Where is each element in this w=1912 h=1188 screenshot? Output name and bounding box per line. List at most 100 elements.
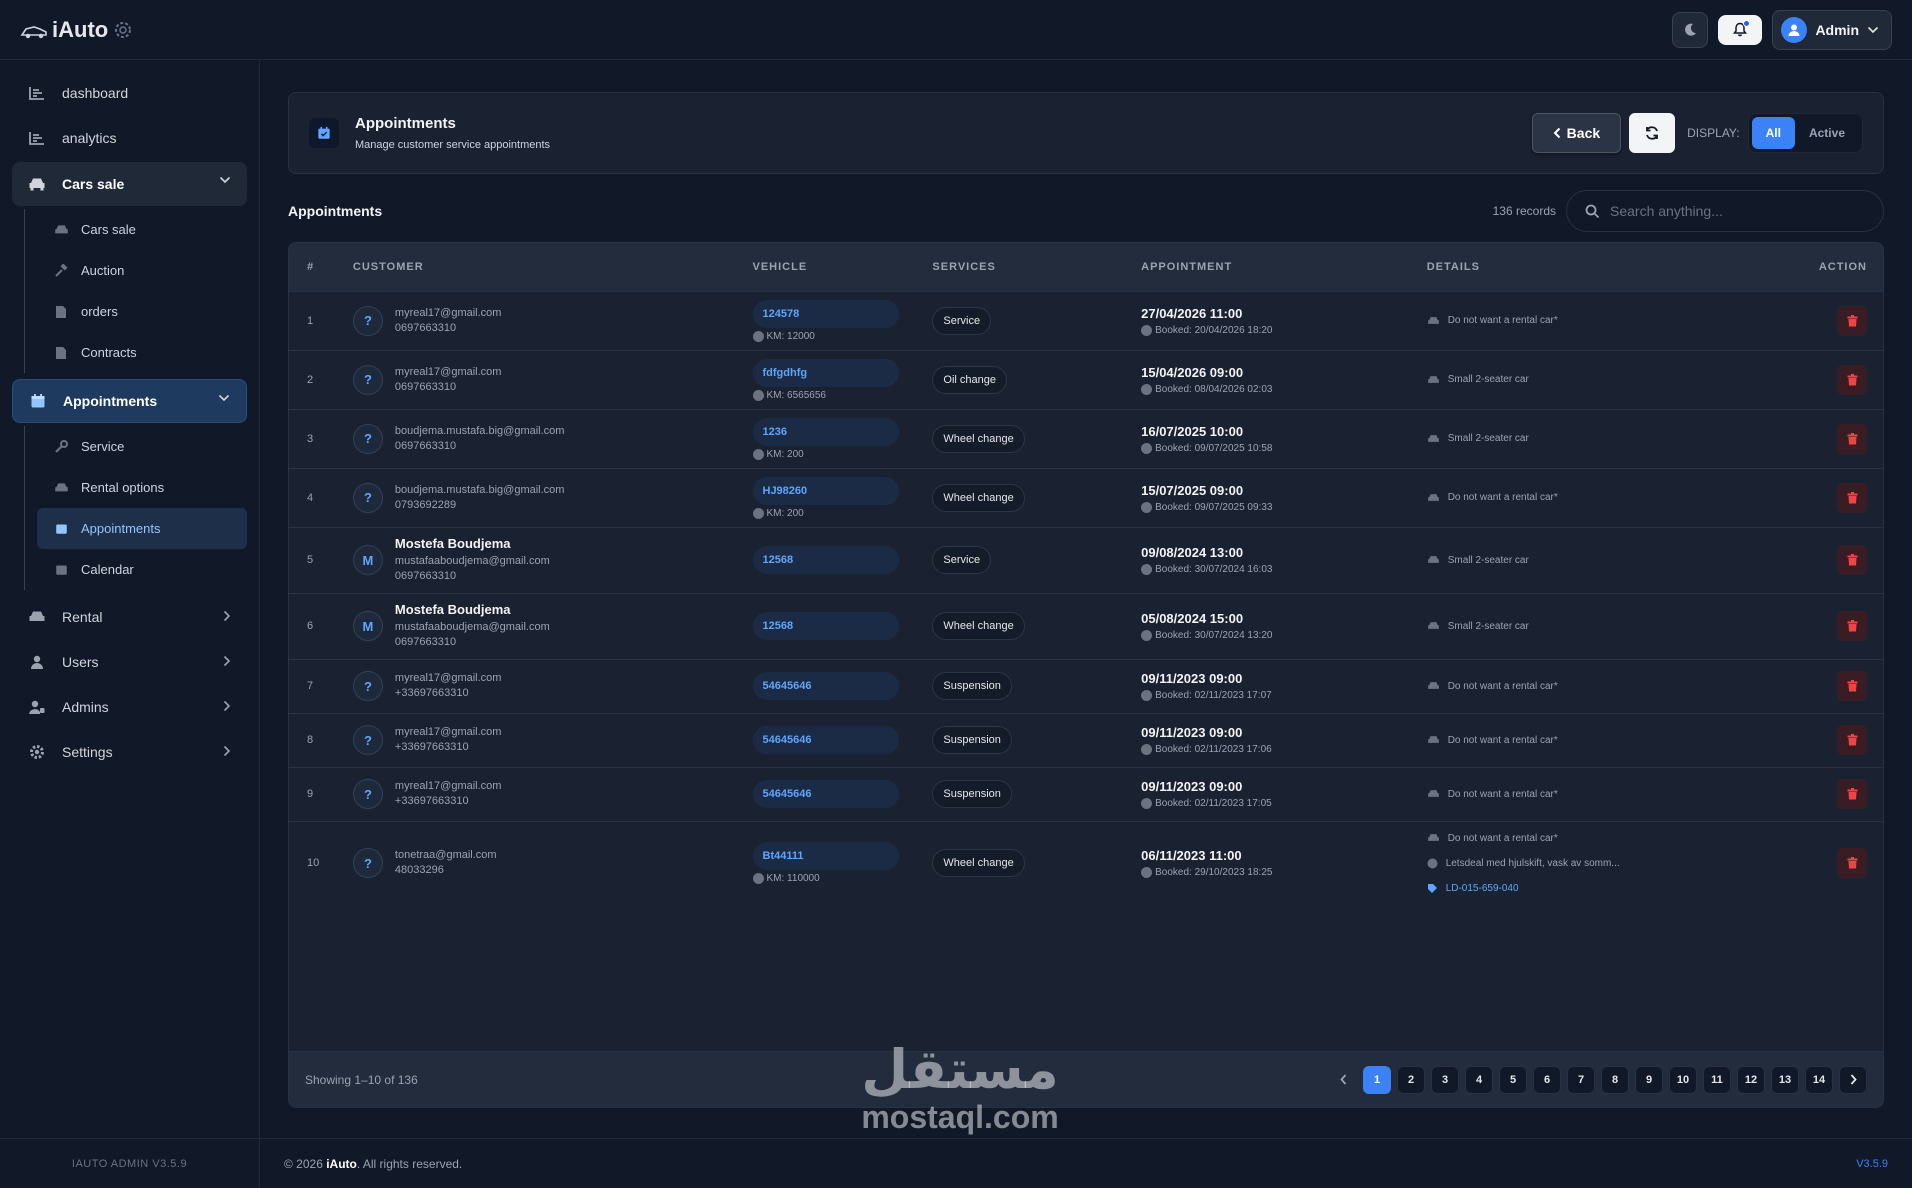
avatar: ? — [352, 482, 383, 513]
column-header-vehicle: VEHICLE — [752, 260, 808, 273]
vehicle-cell: 12568 — [752, 526, 933, 593]
sidebar-item-users[interactable]: Users — [12, 641, 247, 683]
page-button[interactable]: 7 — [1567, 1065, 1595, 1094]
booked-date-text: Booked: 02/11/2023 17:07 — [1155, 690, 1272, 701]
delete-button[interactable] — [1837, 671, 1867, 701]
customer-phone: 48033296 — [394, 864, 444, 877]
car-icon — [1427, 375, 1440, 385]
service-cell: Suspension — [932, 766, 1142, 821]
delete-button[interactable] — [1837, 482, 1867, 513]
table-row: 9? myreal17@gmail.com +33697663310 54645646… — [289, 766, 1883, 821]
customer: ? myreal17@gmail.com +33697663310 — [352, 779, 753, 809]
appointment-date: 15/04/2026 09:00 — [1141, 364, 1244, 380]
sidebar-item-dashboard[interactable]: dashboard — [12, 72, 247, 114]
previous-page-button[interactable] — [1329, 1066, 1357, 1094]
vehicle-plate-badge[interactable]: 124578 — [752, 299, 899, 328]
vehicle-plate-badge[interactable]: 12568 — [752, 612, 899, 640]
vehicle-plate-badge[interactable]: 12568 — [752, 546, 899, 574]
vehicle-cell: 124578 KM: 12000 — [752, 290, 933, 350]
display-toggle: All Active — [1747, 113, 1863, 153]
service-cell: Service — [932, 290, 1142, 350]
page-button[interactable]: 12 — [1737, 1065, 1765, 1094]
notifications-button[interactable] — [1718, 14, 1763, 45]
back-button[interactable]: Back — [1531, 113, 1622, 153]
display-all-button[interactable]: All — [1751, 117, 1795, 149]
delete-button[interactable] — [1837, 848, 1867, 879]
app-logo[interactable]: iAuto — [20, 17, 134, 43]
page-button[interactable]: 1 — [1363, 1065, 1391, 1094]
page-button[interactable]: 6 — [1533, 1065, 1561, 1094]
vehicle-cell: 54645646 — [752, 658, 933, 713]
sidebar-subitem-orders[interactable]: orders — [37, 291, 247, 332]
action-cell — [1796, 349, 1883, 409]
top-bar: iAuto Admin — [0, 0, 1912, 60]
delete-button[interactable] — [1837, 725, 1867, 755]
row-number: 7 — [289, 658, 353, 713]
avatar: M — [352, 611, 383, 641]
sidebar-subitem-contracts[interactable]: Contracts — [37, 332, 247, 373]
sidebar-item-cars-sale[interactable]: Cars sale — [12, 162, 247, 206]
dark-mode-toggle[interactable] — [1672, 11, 1709, 48]
detail-text: Letsdeal med hjulskift, vask av somm... — [1445, 857, 1620, 869]
gauge-icon — [752, 448, 764, 460]
user-menu-button[interactable]: Admin — [1772, 9, 1892, 50]
table-row: 3? boudjema.mustafa.big@gmail.com 06976633… — [289, 408, 1883, 468]
page-button[interactable]: 4 — [1465, 1065, 1493, 1094]
trash-icon — [1847, 620, 1858, 632]
delete-button[interactable] — [1837, 545, 1867, 575]
vehicle-plate-badge[interactable]: fdfgdhfg — [752, 358, 899, 387]
sidebar-subitem-appointments[interactable]: Appointments — [37, 508, 247, 549]
sidebar-subitem-label: orders — [81, 304, 118, 319]
vehicle-plate-badge[interactable]: HJ98260 — [752, 476, 899, 505]
page-button[interactable]: 9 — [1635, 1065, 1663, 1094]
sidebar-subitem-service[interactable]: Service — [37, 426, 247, 467]
details-cell: Small 2-seater car — [1426, 408, 1796, 468]
detail-text: Small 2-seater car — [1447, 433, 1529, 444]
vehicle-plate-badge[interactable]: 54645646 — [752, 726, 899, 754]
customer-email: myreal17@gmail.com — [394, 365, 502, 378]
sidebar-item-appointments[interactable]: Appointments — [12, 379, 247, 423]
sidebar-item-rental[interactable]: Rental — [12, 596, 247, 638]
display-active-button[interactable]: Active — [1795, 117, 1859, 149]
page-button[interactable]: 14 — [1805, 1065, 1833, 1094]
vehicle-plate-badge[interactable]: 54645646 — [752, 780, 899, 808]
next-page-button[interactable] — [1839, 1065, 1867, 1094]
page-button[interactable]: 10 — [1669, 1065, 1697, 1094]
delete-button[interactable] — [1837, 779, 1867, 809]
clock-icon — [1141, 501, 1153, 513]
search-input[interactable] — [1610, 203, 1860, 219]
sidebar-subitem-rental-options[interactable]: Rental options — [37, 467, 247, 508]
page-button[interactable]: 13 — [1771, 1065, 1799, 1094]
detail-line: Do not want a rental car* — [1427, 681, 1796, 692]
page-button[interactable]: 5 — [1499, 1065, 1527, 1094]
page-button[interactable]: 2 — [1397, 1065, 1425, 1094]
sidebar-subitem-calendar[interactable]: Calendar — [37, 549, 247, 590]
gauge-icon — [752, 507, 764, 519]
vehicle-plate-badge[interactable]: 54645646 — [752, 672, 899, 700]
refresh-icon — [1646, 126, 1659, 140]
sidebar: dashboard analytics Cars sale Cars sale … — [0, 60, 260, 1188]
column-header-customer: CUSTOMER — [352, 260, 424, 273]
vehicle-plate-badge[interactable]: 1236 — [752, 417, 899, 446]
sidebar-subitem-cars-sale[interactable]: Cars sale — [37, 209, 247, 250]
delete-button[interactable] — [1837, 423, 1867, 454]
page-button[interactable]: 3 — [1431, 1065, 1459, 1094]
gauge-icon — [752, 330, 764, 342]
delete-button[interactable] — [1837, 364, 1867, 395]
vehicle-plate-badge[interactable]: Bt44111 — [752, 842, 899, 871]
page-button[interactable]: 8 — [1601, 1065, 1629, 1094]
sidebar-subitem-auction[interactable]: Auction — [37, 250, 247, 291]
delete-button[interactable] — [1837, 611, 1867, 641]
page-button[interactable]: 11 — [1703, 1065, 1731, 1094]
footer-version: V3.5.9 — [1856, 1157, 1888, 1170]
appointments-table: # CUSTOMER VEHICLE SERVICES APPOINTMENT … — [289, 243, 1883, 905]
delete-button[interactable] — [1837, 305, 1867, 336]
refresh-button[interactable] — [1629, 113, 1676, 153]
sidebar-item-settings[interactable]: Settings — [12, 731, 247, 773]
sidebar-item-analytics[interactable]: analytics — [12, 117, 247, 159]
service-badge: Wheel change — [932, 612, 1025, 640]
table-row: 2? myreal17@gmail.com 0697663310 fdfgdhfg KM… — [289, 349, 1883, 409]
gear-logo-icon — [115, 21, 132, 38]
row-number: 1 — [289, 290, 353, 350]
sidebar-item-admins[interactable]: Admins — [12, 686, 247, 728]
